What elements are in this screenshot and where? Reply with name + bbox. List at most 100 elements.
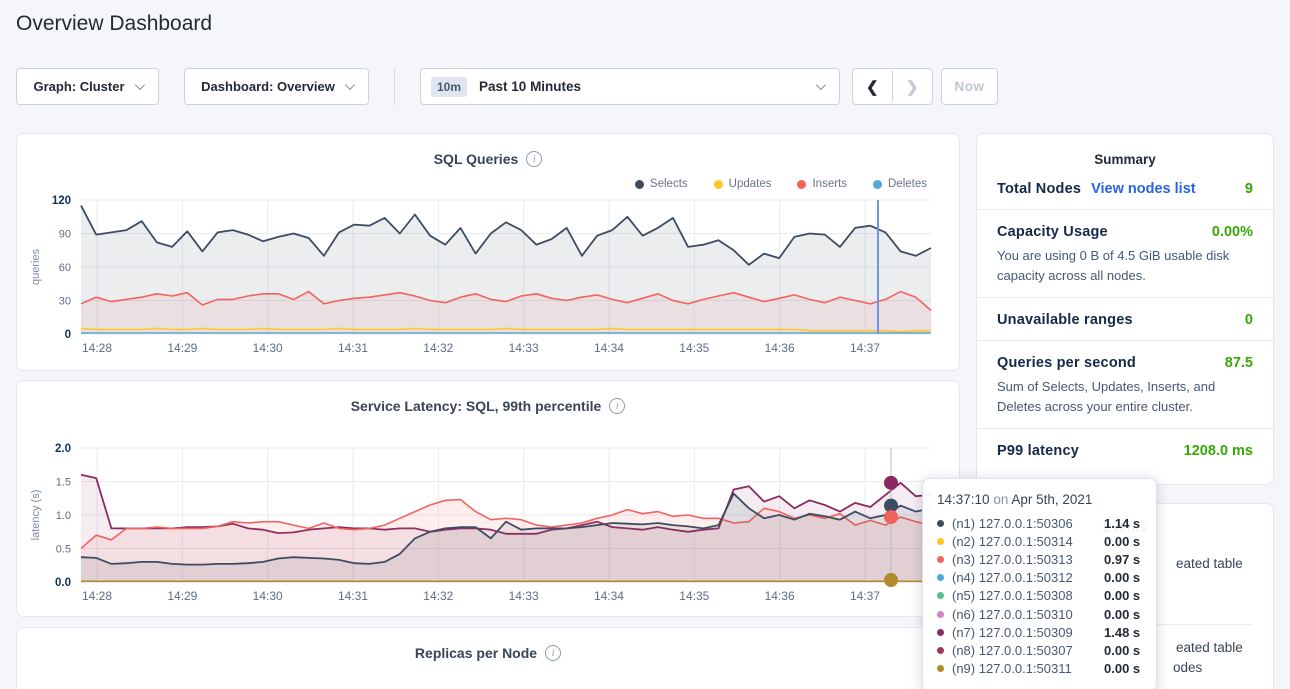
svg-text:14:32: 14:32 bbox=[423, 341, 453, 355]
divider bbox=[394, 68, 395, 105]
unavailable-ranges-label: Unavailable ranges bbox=[997, 312, 1133, 328]
summary-p99-latency: P99 latency 1208.0 ms bbox=[977, 429, 1273, 471]
svg-text:0: 0 bbox=[65, 329, 71, 341]
info-icon[interactable]: i bbox=[545, 645, 561, 661]
total-nodes-label: Total Nodes bbox=[997, 181, 1081, 197]
dashboard-dropdown-label: Dashboard: Overview bbox=[201, 79, 335, 94]
legend-item-deletes[interactable]: Deletes bbox=[873, 178, 927, 190]
now-button[interactable]: Now bbox=[941, 68, 998, 105]
replicas-per-node-panel: Replicas per Node i bbox=[16, 627, 960, 689]
time-next-button[interactable]: ❯ bbox=[893, 69, 933, 104]
sql-queries-title: SQL Queries bbox=[434, 151, 519, 167]
selects-dot-icon bbox=[635, 180, 644, 189]
time-range-dropdown[interactable]: 10m Past 10 Minutes bbox=[420, 68, 840, 105]
capacity-label: Capacity Usage bbox=[997, 224, 1108, 240]
node-address: (n5) 127.0.0.1:50308 bbox=[952, 588, 1104, 603]
svg-text:14:32: 14:32 bbox=[423, 589, 453, 603]
legend-item-selects[interactable]: Selects bbox=[635, 178, 688, 190]
event-item-fragment: eated table bbox=[1176, 640, 1243, 655]
summary-capacity: Capacity Usage 0.00% You are using 0 B o… bbox=[977, 210, 1273, 298]
service-latency-title: Service Latency: SQL, 99th percentile bbox=[351, 398, 602, 414]
controls-bar: Graph: Cluster Dashboard: Overview 10m P… bbox=[0, 68, 1290, 105]
time-prev-button[interactable]: ❮ bbox=[853, 69, 893, 104]
node-dot-icon bbox=[937, 592, 944, 599]
tooltip-row: (n4) 127.0.0.1:503120.00 s bbox=[937, 569, 1142, 587]
node-dot-icon bbox=[937, 665, 944, 672]
node-latency-value: 0.97 s bbox=[1104, 552, 1140, 567]
svg-text:14:28: 14:28 bbox=[82, 589, 112, 603]
svg-text:14:33: 14:33 bbox=[509, 589, 539, 603]
svg-text:14:29: 14:29 bbox=[167, 341, 197, 355]
legend-item-updates[interactable]: Updates bbox=[714, 178, 772, 190]
svg-text:14:35: 14:35 bbox=[679, 589, 709, 603]
chart-hover-tooltip: 14:37:10 on Apr 5th, 2021 (n1) 127.0.0.1… bbox=[922, 478, 1157, 689]
info-icon[interactable]: i bbox=[526, 151, 542, 167]
replicas-per-node-title: Replicas per Node bbox=[415, 645, 537, 661]
svg-text:14:31: 14:31 bbox=[338, 341, 368, 355]
tooltip-row: (n3) 127.0.0.1:503130.97 s bbox=[937, 550, 1142, 568]
graph-dropdown-label: Graph: Cluster bbox=[33, 79, 124, 94]
info-icon[interactable]: i bbox=[609, 398, 625, 414]
chevron-down-icon bbox=[345, 80, 355, 90]
node-latency-value: 0.00 s bbox=[1104, 570, 1140, 585]
sql-queries-chart[interactable]: 14:28 14:29 14:30 14:31 14:32 14:33 14:34 14:35… bbox=[17, 194, 961, 364]
node-address: (n7) 127.0.0.1:50309 bbox=[952, 625, 1104, 640]
node-latency-value: 1.14 s bbox=[1104, 516, 1140, 531]
svg-text:14:33: 14:33 bbox=[509, 341, 539, 355]
qps-value: 87.5 bbox=[1225, 355, 1253, 371]
node-latency-value: 0.00 s bbox=[1104, 588, 1140, 603]
tooltip-row: (n1) 127.0.0.1:503061.14 s bbox=[937, 514, 1142, 532]
summary-heading: Summary bbox=[977, 152, 1273, 167]
node-address: (n3) 127.0.0.1:50313 bbox=[952, 552, 1104, 567]
time-range-badge: 10m bbox=[431, 77, 467, 97]
node-address: (n6) 127.0.0.1:50310 bbox=[952, 607, 1104, 622]
tooltip-row: (n7) 127.0.0.1:503091.48 s bbox=[937, 623, 1142, 641]
tooltip-row: (n6) 127.0.0.1:503100.00 s bbox=[937, 605, 1142, 623]
node-dot-icon bbox=[937, 574, 944, 581]
node-latency-value: 1.48 s bbox=[1104, 625, 1140, 640]
tooltip-row: (n5) 127.0.0.1:503080.00 s bbox=[937, 587, 1142, 605]
updates-dot-icon bbox=[714, 180, 723, 189]
svg-text:14:34: 14:34 bbox=[594, 589, 624, 603]
qps-description: Sum of Selects, Updates, Inserts, and De… bbox=[997, 377, 1249, 416]
qps-label: Queries per second bbox=[997, 355, 1136, 371]
svg-text:30: 30 bbox=[59, 296, 71, 308]
tooltip-row: (n9) 127.0.0.1:503110.00 s bbox=[937, 660, 1142, 678]
node-latency-value: 0.00 s bbox=[1104, 534, 1140, 549]
node-dot-icon bbox=[937, 520, 944, 527]
p99-latency-value: 1208.0 ms bbox=[1184, 443, 1253, 459]
node-latency-value: 0.00 s bbox=[1104, 643, 1140, 658]
node-dot-icon bbox=[937, 611, 944, 618]
service-latency-chart[interactable]: 14:2814:2914:3014:3114:3214:3314:3414:35… bbox=[17, 442, 961, 612]
svg-text:14:30: 14:30 bbox=[253, 341, 283, 355]
node-address: (n9) 127.0.0.1:50311 bbox=[952, 661, 1104, 676]
total-nodes-value: 9 bbox=[1245, 181, 1253, 197]
capacity-description: You are using 0 B of 4.5 GiB usable disk… bbox=[997, 246, 1249, 285]
unavailable-ranges-value: 0 bbox=[1245, 312, 1253, 328]
svg-text:14:35: 14:35 bbox=[679, 341, 709, 355]
inserts-dot-icon bbox=[797, 180, 806, 189]
node-dot-icon bbox=[937, 629, 944, 636]
svg-text:14:34: 14:34 bbox=[594, 341, 624, 355]
svg-text:14:28: 14:28 bbox=[82, 341, 112, 355]
node-address: (n2) 127.0.0.1:50314 bbox=[952, 534, 1104, 549]
time-range-label: Past 10 Minutes bbox=[479, 79, 804, 94]
svg-text:60: 60 bbox=[59, 262, 71, 274]
summary-unavailable-ranges: Unavailable ranges 0 bbox=[977, 298, 1273, 341]
node-address: (n1) 127.0.0.1:50306 bbox=[952, 516, 1104, 531]
node-dot-icon bbox=[937, 538, 944, 545]
svg-text:14:37: 14:37 bbox=[850, 589, 880, 603]
sql-queries-legend: Selects Updates Inserts Deletes bbox=[635, 178, 927, 190]
svg-text:14:30: 14:30 bbox=[253, 589, 283, 603]
svg-text:latency (s): latency (s) bbox=[30, 490, 42, 541]
svg-text:14:31: 14:31 bbox=[338, 589, 368, 603]
legend-item-inserts[interactable]: Inserts bbox=[797, 178, 847, 190]
graph-dropdown[interactable]: Graph: Cluster bbox=[16, 68, 159, 105]
dashboard-dropdown[interactable]: Dashboard: Overview bbox=[184, 68, 369, 105]
svg-text:14:36: 14:36 bbox=[765, 341, 795, 355]
svg-text:90: 90 bbox=[59, 229, 71, 241]
node-latency-value: 0.00 s bbox=[1104, 661, 1140, 676]
view-nodes-list-link[interactable]: View nodes list bbox=[1091, 181, 1196, 197]
svg-text:120: 120 bbox=[52, 195, 71, 207]
event-item-fragment: odes bbox=[1173, 660, 1202, 675]
